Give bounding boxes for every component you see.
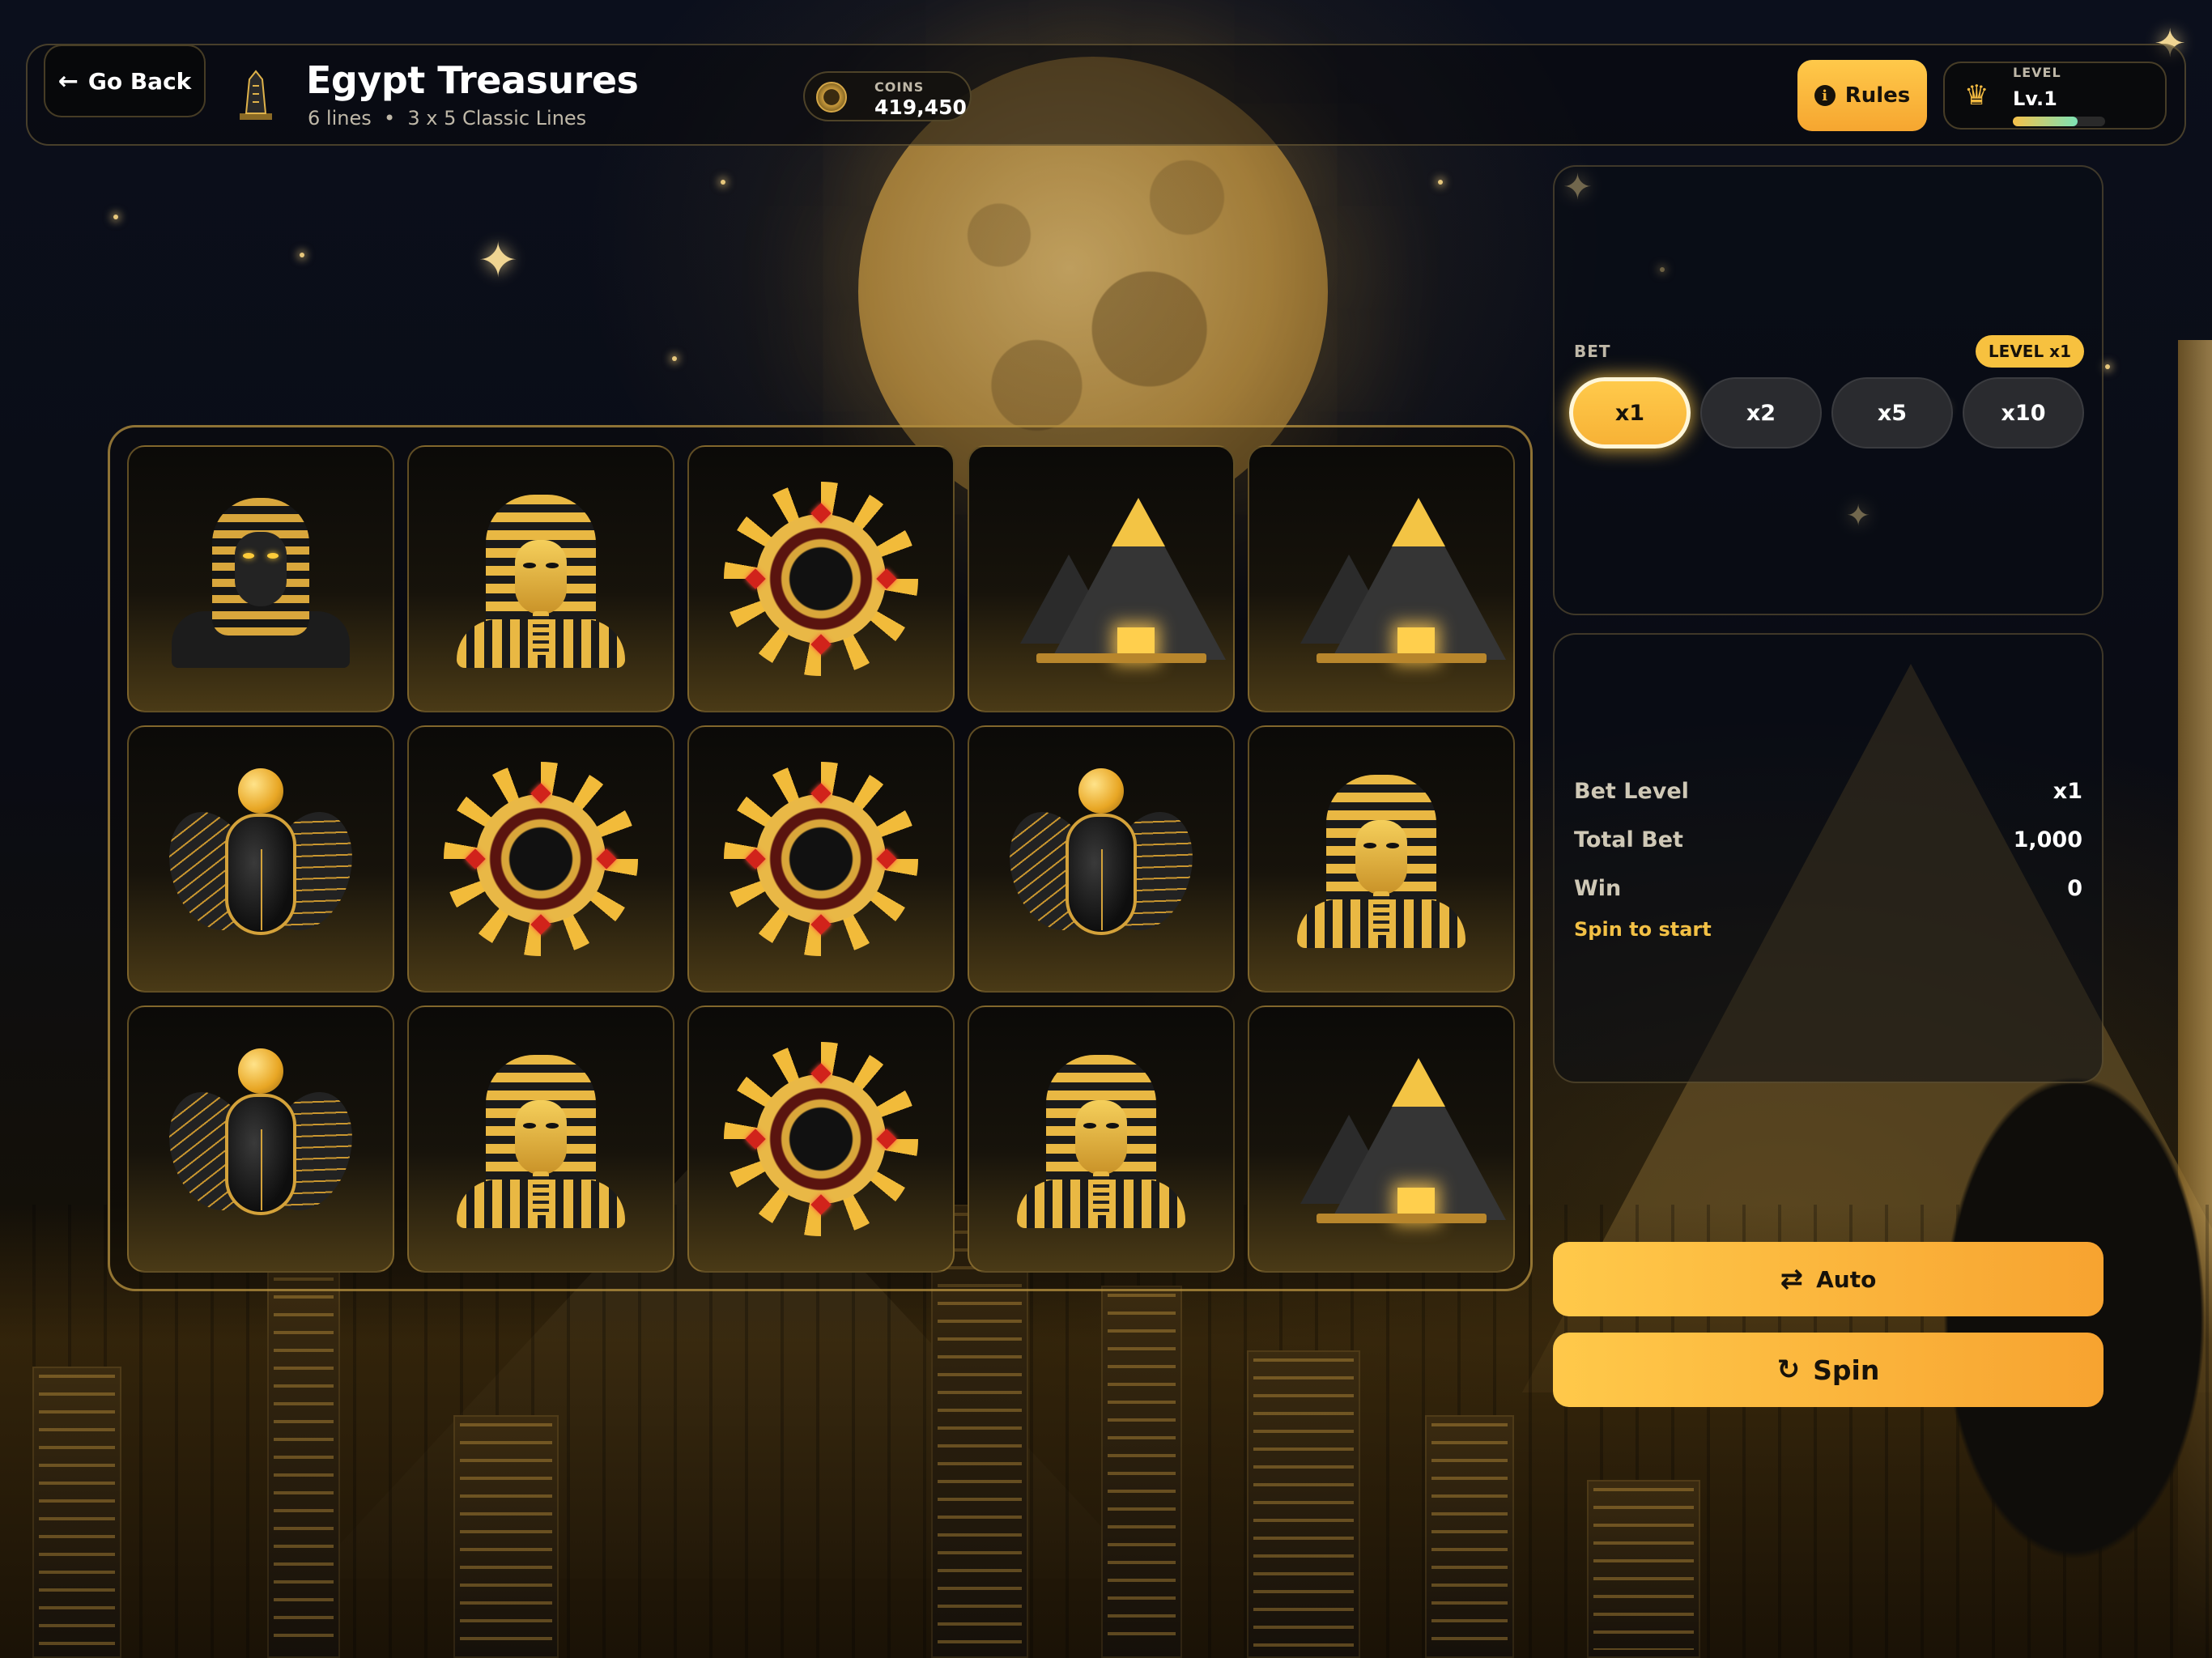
reel-cell — [407, 1005, 674, 1273]
stat-value: 0 — [2067, 876, 2082, 901]
auto-label: Auto — [1816, 1265, 1877, 1293]
game-title: Egypt Treasures — [306, 58, 639, 102]
reel-cell — [1248, 1005, 1515, 1273]
pharaoh-icon — [1284, 762, 1478, 956]
stat-value: x1 — [2052, 779, 2082, 804]
star — [721, 180, 725, 185]
city-tower — [267, 1269, 340, 1658]
stat-label: Win — [1574, 876, 1622, 901]
coins-label: COINS — [874, 79, 925, 95]
reel-cell — [127, 445, 394, 712]
scarab-icon — [155, 762, 367, 956]
reel-cell — [407, 445, 674, 712]
reel-cell — [1248, 725, 1515, 993]
sun-amulet-icon — [724, 762, 918, 956]
coin-icon — [816, 82, 847, 113]
reel-cell — [687, 725, 955, 993]
city-tower — [1587, 1480, 1700, 1658]
stat-value: 1,000 — [2013, 827, 2082, 852]
bet-label: BET — [1574, 342, 1611, 361]
pyramid-icon — [1004, 482, 1226, 676]
city-tower — [1425, 1415, 1514, 1658]
arrow-left-icon: ← — [57, 66, 79, 96]
coins-value: 419,450 — [874, 96, 967, 119]
bet-option-x10[interactable]: x10 — [1963, 377, 2084, 449]
stat-total-bet: Total Bet 1,000 — [1574, 827, 2082, 852]
level-progress-fill — [2013, 117, 2078, 126]
auto-button[interactable]: ⇄ Auto — [1553, 1242, 2104, 1316]
spin-label: Spin — [1813, 1354, 1880, 1386]
level-progress-bar — [2013, 117, 2105, 126]
crown-icon: ♛ — [1964, 79, 1989, 112]
reel-cell — [968, 445, 1235, 712]
bet-option-x2[interactable]: x2 — [1700, 377, 1822, 449]
star — [1438, 180, 1443, 185]
city-tower — [1101, 1286, 1182, 1658]
go-back-label: Go Back — [87, 67, 192, 95]
scarab-icon — [995, 762, 1207, 956]
reel-cell — [1248, 445, 1515, 712]
reel-cell — [127, 725, 394, 993]
pharaoh-icon — [1004, 1042, 1198, 1236]
sun-amulet-icon — [724, 1042, 918, 1236]
reel-cell — [407, 725, 674, 993]
sphinx-icon — [164, 482, 358, 676]
slot-reels — [108, 425, 1533, 1291]
stat-win: Win 0 — [1574, 876, 2082, 901]
level-badge: LEVEL x1 — [1975, 335, 2084, 368]
pyramid-icon — [1284, 1042, 1506, 1236]
reel-layout: 3 x 5 Classic Lines — [407, 107, 587, 130]
sun-amulet-icon — [724, 482, 918, 676]
reel-cell — [968, 1005, 1235, 1273]
city-tower — [1247, 1350, 1360, 1658]
level-label: LEVEL — [2013, 65, 2061, 80]
star — [300, 253, 304, 257]
lines-count: 6 lines — [308, 107, 372, 130]
spin-button[interactable]: ↻ Spin — [1553, 1333, 2104, 1407]
bet-option-x5[interactable]: x5 — [1831, 377, 1953, 449]
bet-panel: BET LEVEL x1 x1 x2 x5 x10 — [1553, 165, 2104, 615]
reel-cell — [127, 1005, 394, 1273]
bet-option-x1[interactable]: x1 — [1569, 377, 1691, 449]
bet-options: x1 x2 x5 x10 — [1569, 377, 2084, 449]
game-subtitle: 6 lines • 3 x 5 Classic Lines — [308, 107, 586, 130]
pyramid-icon — [1284, 482, 1506, 676]
repeat-icon: ⇄ — [1780, 1263, 1804, 1295]
info-icon: i — [1814, 85, 1836, 106]
city-tower — [32, 1367, 121, 1658]
star — [672, 356, 677, 361]
reel-cell — [968, 725, 1235, 993]
stat-label: Total Bet — [1574, 827, 1683, 852]
star — [113, 215, 118, 219]
player-level: ♛ LEVEL Lv.1 — [1943, 62, 2167, 130]
star-sparkle: ✦ — [478, 232, 519, 289]
game-logo-icon — [240, 70, 272, 120]
level-value: Lv.1 — [2013, 87, 2057, 110]
coins-balance: COINS 419,450 — [803, 71, 972, 121]
star — [2105, 364, 2110, 369]
rules-button[interactable]: i Rules — [1797, 60, 1927, 131]
go-back-button[interactable]: ← Go Back — [44, 45, 206, 117]
reel-cell — [687, 445, 955, 712]
scarab-icon — [155, 1042, 367, 1236]
pharaoh-icon — [444, 482, 638, 676]
sun-amulet-icon — [444, 762, 638, 956]
refresh-icon: ↻ — [1776, 1354, 1801, 1386]
reel-cell — [687, 1005, 955, 1273]
stat-label: Bet Level — [1574, 779, 1689, 804]
separator-dot: • — [383, 107, 396, 130]
rules-label: Rules — [1844, 83, 1911, 108]
stats-panel: Bet Level x1 Total Bet 1,000 Win 0 Spin … — [1553, 633, 2104, 1083]
pharaoh-icon — [444, 1042, 638, 1236]
spin-hint: Spin to start — [1574, 918, 1712, 941]
city-tower — [453, 1415, 559, 1658]
stat-bet-level: Bet Level x1 — [1574, 779, 2082, 804]
